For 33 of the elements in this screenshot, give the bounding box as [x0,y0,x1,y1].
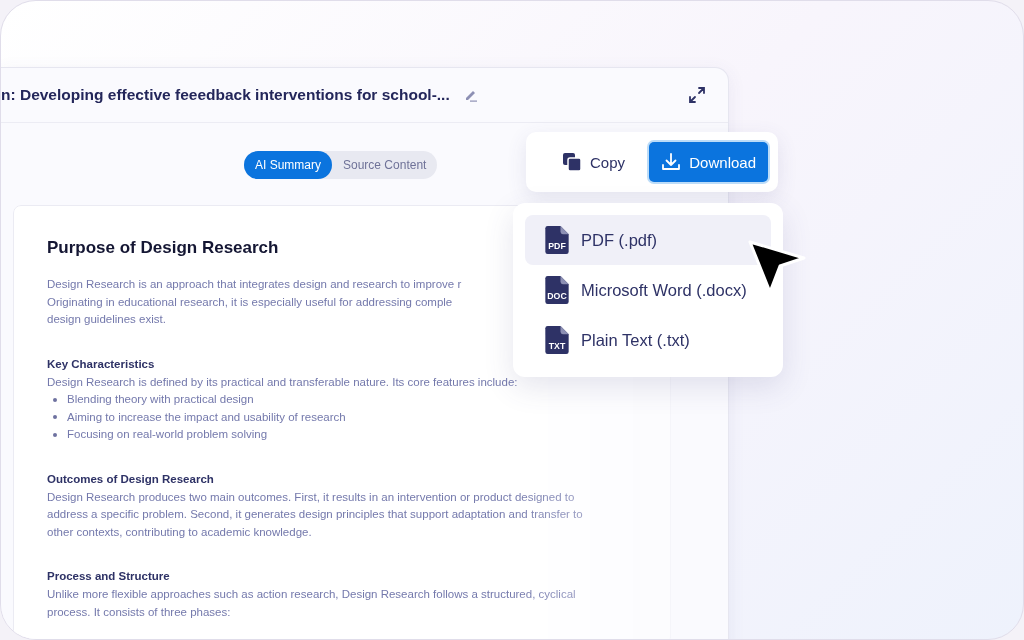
bullet-text: Aiming to increase the impact and usability of research [67,409,346,425]
paragraph-line: Design Research is an approach that integrates design and research to improve r [47,277,462,292]
download-button[interactable]: Download [649,142,768,182]
paragraph-line: process. It consists of three phases: [47,604,231,620]
bullet-icon [53,415,57,420]
section-heading: Key Characteristics [47,357,155,370]
bullet-icon [53,397,57,402]
paragraph-line: Unlike more flexible approaches such as action research, Design Research follows a structured, cyclical [47,587,576,602]
paragraph-line: design guidelines exist. [47,312,166,327]
copy-button[interactable]: Copy [550,142,638,182]
bullet-icon [53,432,57,437]
section-heading: Process and Structure [47,570,170,582]
document-heading: Purpose of Design Research [47,238,279,258]
file-icon: DOC [545,276,569,304]
copy-icon [562,152,582,172]
section-heading: Outcomes of Design Research [47,472,214,485]
paragraph-line: Design Research is defined by its practical and transferable nature. Its core features include: [47,374,518,390]
paragraph-line: Originating in educational research, it is especially useful for addressing comple [47,294,453,310]
download-icon [661,152,682,172]
paragraph-line: other contexts, contributing to academic knowledge. [47,524,312,540]
menu-item[interactable]: PDF PDF (.pdf) [525,215,771,265]
bullet-text: Blending theory with practical design [67,392,254,407]
pencil-icon[interactable] [463,88,478,102]
view-tab[interactable]: Source Content [332,151,438,179]
file-icon: PDF [545,226,569,254]
bullet-text: Focusing on real-world problem solving [67,427,268,442]
file-icon: TXT [545,326,569,354]
expand-icon[interactable] [688,86,706,104]
view-tab[interactable]: AI Summary [244,151,332,179]
menu-item[interactable]: TXT Plain Text (.txt) [525,315,771,365]
paragraph-line: Design Research produces two main outcomes. First, it results in an intervention or product designed to [47,489,575,505]
window-title: n: Developing effective feeedback interventions for school-... [1,86,450,104]
paragraph-line: address a specific problem. Second, it generates design principles that support adaptation and transfer to [47,507,583,522]
